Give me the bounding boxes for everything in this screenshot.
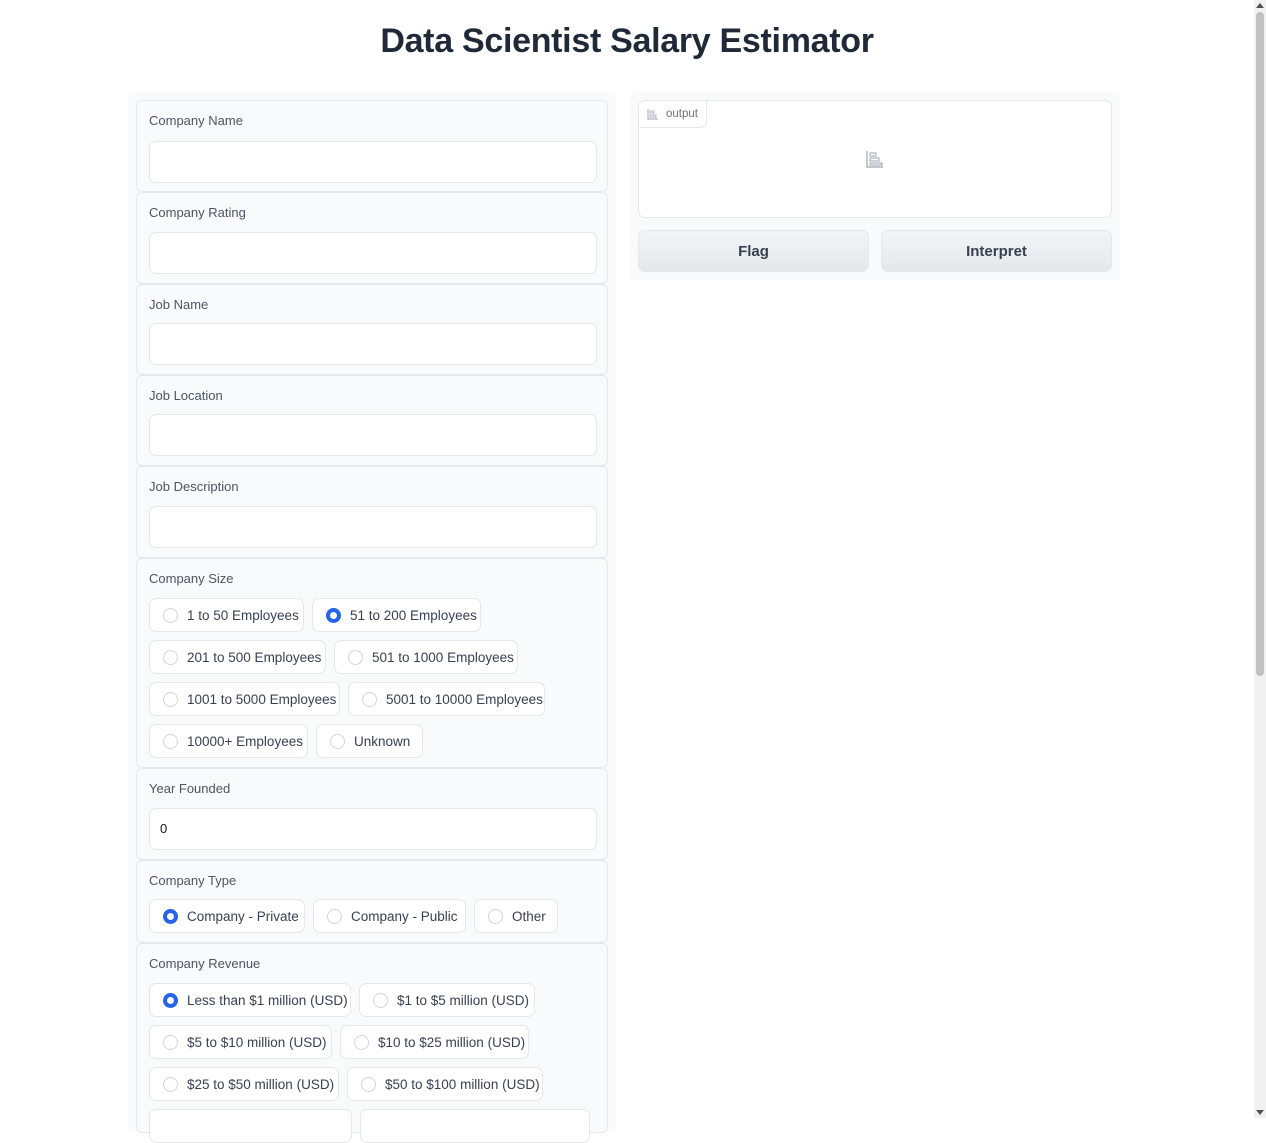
radio-label: Less than $1 million (USD) — [187, 992, 348, 1008]
radio-icon — [373, 992, 388, 1008]
radio-label: 501 to 1000 Employees — [372, 649, 514, 665]
radio-label: Other — [512, 908, 546, 924]
company-size-option[interactable]: 201 to 500 Employees — [149, 640, 326, 674]
job-location-label: Job Location — [149, 388, 223, 403]
output-box: output — [638, 100, 1112, 218]
radio-icon — [488, 908, 503, 924]
radio-icon — [163, 733, 178, 749]
radio-icon — [362, 691, 377, 707]
company-rating-label: Company Rating — [149, 205, 246, 220]
page-title: Data Scientist Salary Estimator — [380, 22, 874, 60]
company-type-block: Company Type Company - Private Company -… — [136, 860, 608, 943]
company-rating-block: Company Rating — [136, 192, 608, 284]
interpret-button[interactable]: Interpret — [881, 230, 1112, 272]
radio-label: $50 to $100 million (USD) — [385, 1076, 540, 1092]
radio-label: 5001 to 10000 Employees — [386, 691, 543, 707]
radio-label: 1001 to 5000 Employees — [187, 691, 337, 707]
flag-button[interactable]: Flag — [638, 230, 869, 272]
company-revenue-option[interactable]: Less than $1 million (USD) — [149, 983, 351, 1017]
year-founded-label: Year Founded — [149, 781, 231, 796]
radio-icon — [163, 691, 178, 707]
company-size-option[interactable]: 5001 to 10000 Employees — [348, 682, 545, 716]
radio-label: 1 to 50 Employees — [187, 607, 299, 623]
company-revenue-option[interactable]: $5 to $10 million (USD) — [149, 1025, 332, 1059]
company-type-label: Company Type — [149, 873, 237, 888]
radio-icon — [327, 908, 342, 924]
radio-icon — [361, 1076, 376, 1092]
output-label: output — [666, 108, 698, 120]
company-name-label: Company Name — [149, 113, 243, 128]
radio-icon — [354, 1034, 369, 1050]
company-revenue-option-partial[interactable] — [360, 1109, 590, 1143]
company-size-label: Company Size — [149, 571, 234, 586]
company-revenue-option[interactable]: $25 to $50 million (USD) — [149, 1067, 339, 1101]
job-description-label: Job Description — [149, 479, 239, 494]
radio-label: $1 to $5 million (USD) — [397, 992, 530, 1008]
job-name-label: Job Name — [149, 297, 209, 312]
job-description-block: Job Description — [136, 466, 608, 558]
radio-label: $10 to $25 million (USD) — [378, 1034, 526, 1050]
company-name-input[interactable] — [149, 141, 597, 183]
company-revenue-label: Company Revenue — [149, 956, 261, 971]
job-location-block: Job Location — [136, 375, 608, 466]
radio-icon — [163, 1076, 178, 1092]
company-size-option[interactable]: 1 to 50 Employees — [149, 598, 304, 632]
job-name-block: Job Name — [136, 284, 608, 375]
vertical-scrollbar[interactable] — [1254, 0, 1266, 1118]
chart-placeholder-icon — [866, 151, 883, 168]
radio-icon — [163, 649, 178, 665]
company-revenue-option[interactable]: $10 to $25 million (USD) — [340, 1025, 529, 1059]
scroll-down-icon[interactable] — [1256, 1110, 1264, 1115]
radio-icon — [330, 733, 345, 749]
chart-icon — [647, 109, 658, 120]
radio-icon — [163, 607, 178, 623]
radio-label: 201 to 500 Employees — [187, 649, 322, 665]
company-size-option[interactable]: 1001 to 5000 Employees — [149, 682, 340, 716]
year-founded-block: Year Founded 0 — [136, 768, 608, 860]
job-location-input[interactable] — [149, 414, 597, 456]
company-size-option[interactable]: 51 to 200 Employees — [312, 598, 481, 632]
job-name-input[interactable] — [149, 323, 597, 365]
company-revenue-option[interactable]: $1 to $5 million (USD) — [359, 983, 535, 1017]
scroll-up-icon[interactable] — [1256, 3, 1264, 8]
radio-label: Unknown — [354, 733, 411, 749]
radio-label: $25 to $50 million (USD) — [187, 1076, 335, 1092]
radio-selected-icon — [163, 908, 178, 924]
radio-selected-icon — [163, 992, 178, 1008]
company-revenue-option-partial[interactable] — [149, 1109, 352, 1143]
radio-icon — [163, 1034, 178, 1050]
radio-icon — [348, 649, 363, 665]
radio-label: Company - Private — [187, 908, 299, 924]
company-size-option[interactable]: Unknown — [316, 724, 423, 758]
company-name-block: Company Name — [136, 100, 608, 192]
company-type-option[interactable]: Company - Public — [313, 899, 466, 933]
company-rating-input[interactable] — [149, 232, 597, 274]
output-tag: output — [639, 101, 707, 128]
company-type-option[interactable]: Company - Private — [149, 899, 305, 933]
scrollbar-thumb[interactable] — [1256, 12, 1264, 676]
radio-label: 51 to 200 Employees — [350, 607, 477, 623]
radio-label: $5 to $10 million (USD) — [187, 1034, 327, 1050]
company-revenue-block: Company Revenue Less than $1 million (US… — [136, 943, 608, 1143]
company-size-option[interactable]: 10000+ Employees — [149, 724, 308, 758]
company-size-block: Company Size 1 to 50 Employees 51 to 200… — [136, 558, 608, 768]
company-size-option[interactable]: 501 to 1000 Employees — [334, 640, 518, 674]
job-description-input[interactable] — [149, 506, 597, 548]
radio-label: Company - Public — [351, 908, 458, 924]
radio-selected-icon — [326, 607, 341, 623]
radio-label: 10000+ Employees — [187, 733, 303, 749]
year-founded-input[interactable]: 0 — [149, 808, 597, 850]
company-revenue-option[interactable]: $50 to $100 million (USD) — [347, 1067, 543, 1101]
company-type-option[interactable]: Other — [474, 899, 558, 933]
